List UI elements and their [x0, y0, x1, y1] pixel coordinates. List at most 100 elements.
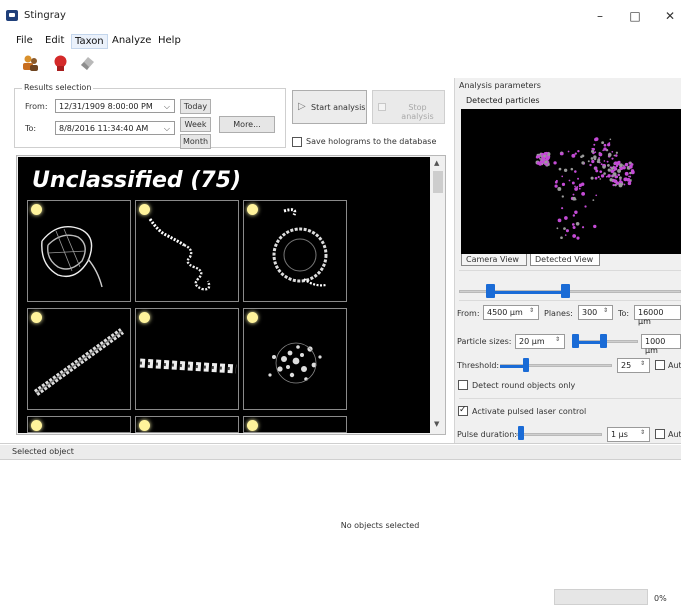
view-tabs: Camera View Detected View [461, 254, 681, 267]
detected-particle-mark [594, 151, 597, 154]
spin-arrows-icon[interactable]: ⇕ [640, 429, 645, 436]
detected-particle-mark [592, 147, 595, 151]
month-button[interactable]: Month [180, 134, 211, 149]
title-bar: Stingray – □ ✕ [0, 0, 681, 32]
depth-to-spinbox[interactable]: 16000 µm [634, 305, 681, 326]
detected-particle-mark [617, 160, 621, 164]
spin-arrows-icon[interactable]: ⇕ [529, 307, 534, 314]
detected-particle-mark [619, 163, 623, 168]
pulse-slider-track[interactable] [516, 433, 602, 436]
detected-particle-mark [574, 187, 578, 191]
pulsed-laser-checkbox[interactable] [458, 406, 468, 416]
minimize-button[interactable]: – [590, 8, 610, 24]
spin-arrows-icon[interactable]: ⇕ [555, 336, 560, 343]
spin-arrows-icon[interactable]: ⇕ [603, 307, 608, 314]
size-slider-min-handle[interactable] [572, 334, 579, 348]
size-slider-max-handle[interactable] [600, 334, 607, 348]
particle-thumbnail[interactable] [243, 200, 347, 302]
menu-taxon[interactable]: Taxon [71, 34, 108, 49]
size-max-field[interactable]: 1000 µm [641, 334, 681, 355]
tab-camera-view[interactable]: Camera View [461, 254, 527, 266]
viewer-scrollbar[interactable]: ▲ ▼ [431, 157, 445, 433]
particle-thumbnail[interactable] [27, 308, 131, 410]
save-holograms-checkbox[interactable] [292, 137, 302, 147]
tab-detected-view[interactable]: Detected View [530, 254, 600, 266]
detected-particle-mark [590, 176, 594, 180]
detected-particle-mark [597, 175, 600, 179]
particle-thumbnail[interactable] [135, 200, 239, 302]
menu-help[interactable]: Help [155, 34, 184, 47]
stop-analysis-button[interactable]: Stop analysis [372, 90, 445, 124]
menu-analyze[interactable]: Analyze [109, 34, 154, 47]
particle-image [139, 358, 237, 374]
pulse-duration-value: 1 µs [611, 430, 628, 439]
range-slider-min-handle[interactable] [486, 284, 495, 298]
menu-file[interactable]: File [13, 34, 36, 47]
detected-particle-mark [611, 157, 614, 160]
close-button[interactable]: ✕ [660, 8, 680, 24]
progress-percent: 0% [654, 594, 667, 603]
range-slider-max-handle[interactable] [561, 284, 570, 298]
status-dot-icon [139, 420, 150, 431]
status-dot-icon [31, 420, 42, 431]
detected-particle-mark [599, 170, 603, 174]
detect-round-checkbox[interactable] [458, 380, 468, 390]
particle-sizes-label: Particle sizes: [457, 337, 512, 346]
eraser-icon[interactable] [79, 54, 96, 71]
detected-particle-mark [598, 157, 601, 159]
particle-image [272, 208, 328, 287]
range-slider-selection [490, 291, 566, 294]
scroll-down-icon[interactable]: ▼ [434, 420, 439, 428]
from-label: From: [25, 102, 48, 111]
to-date-combo[interactable]: 8/8/2016 11:34:40 AM ⌵ [55, 121, 175, 135]
detected-particle-mark [607, 153, 612, 157]
scroll-up-icon[interactable]: ▲ [434, 159, 439, 167]
users-icon[interactable] [22, 54, 39, 71]
more-button[interactable]: More... [219, 116, 275, 133]
spin-arrows-icon[interactable]: ⇕ [640, 360, 645, 367]
detected-particle-mark [594, 137, 598, 142]
threshold-auto-checkbox[interactable] [655, 360, 665, 370]
particle-image [41, 226, 103, 288]
size-min-spinbox[interactable]: 20 µm ⇕ [515, 334, 565, 349]
record-icon[interactable] [52, 54, 69, 71]
particle-thumbnail[interactable] [243, 416, 347, 433]
detected-particle-mark [622, 165, 626, 170]
threshold-slider-handle[interactable] [523, 358, 529, 372]
depth-from-spinbox[interactable]: 4500 µm ⇕ [483, 305, 539, 320]
detected-particle-mark [564, 216, 568, 220]
detected-particle-mark [603, 160, 606, 162]
detected-particle-mark [600, 163, 603, 166]
particle-thumbnail[interactable] [27, 416, 131, 433]
maximize-button[interactable]: □ [625, 8, 645, 24]
detected-particle-mark [617, 173, 620, 177]
detected-particle-mark [620, 181, 623, 184]
from-date-combo[interactable]: 12/31/1909 8:00:00 PM ⌵ [55, 99, 175, 113]
pulse-duration-spinbox[interactable]: 1 µs ⇕ [607, 427, 650, 442]
detected-particle-mark [564, 234, 567, 236]
detected-particle-mark [593, 155, 597, 159]
menu-edit[interactable]: Edit [42, 34, 67, 47]
week-button[interactable]: Week [180, 117, 211, 132]
detected-particle-mark [611, 150, 614, 153]
analysis-parameters-title: Analysis parameters [459, 81, 541, 90]
detected-particles-preview [461, 109, 681, 254]
detected-particle-mark [603, 172, 606, 175]
planes-spinbox[interactable]: 300 ⇕ [578, 305, 613, 320]
category-heading: Unclassified (75) [32, 168, 242, 193]
particle-thumbnail[interactable] [243, 308, 347, 410]
detected-particle-mark [575, 221, 580, 226]
scrollbar-thumb[interactable] [433, 171, 443, 193]
detected-particle-mark [602, 149, 604, 152]
detected-particles-title: Detected particles [466, 96, 540, 105]
particle-thumbnail[interactable] [135, 308, 239, 410]
particle-thumbnail[interactable] [27, 200, 131, 302]
pulse-auto-checkbox[interactable] [655, 429, 665, 439]
particle-thumbnail[interactable] [135, 416, 239, 433]
start-analysis-button[interactable]: ▷ Start analysis [292, 90, 367, 124]
threshold-spinbox[interactable]: 25 ⇕ [617, 358, 650, 373]
progress-bar [554, 589, 648, 605]
pane-splitter[interactable] [0, 443, 681, 444]
pulse-slider-handle[interactable] [518, 426, 524, 440]
today-button[interactable]: Today [180, 99, 211, 114]
